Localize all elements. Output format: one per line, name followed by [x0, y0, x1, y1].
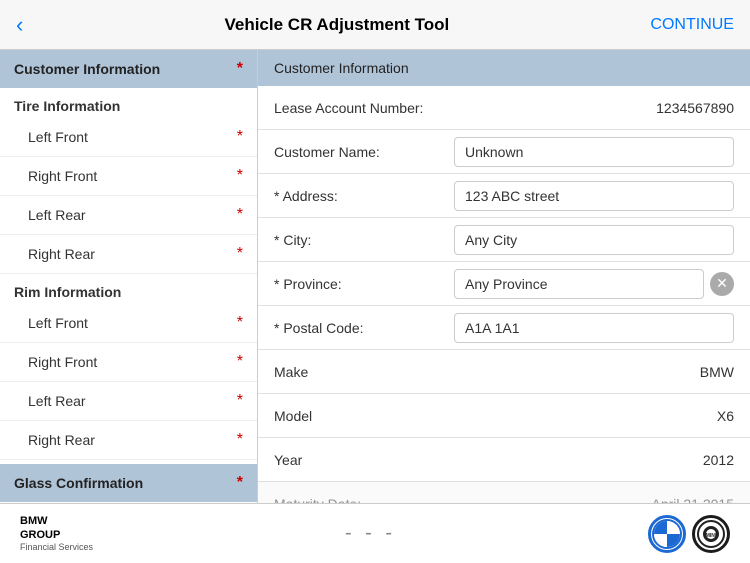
label-customer-name: Customer Name: — [274, 144, 454, 160]
label-postal-code: * Postal Code: — [274, 320, 454, 336]
content-section-header: Customer Information — [258, 50, 750, 86]
header: ‹ Vehicle CR Adjustment Tool CONTINUE — [0, 0, 750, 50]
value-year: 2012 — [454, 452, 734, 468]
field-year: Year 2012 — [258, 438, 750, 482]
label-city: * City: — [274, 232, 454, 248]
field-customer-name: Customer Name: — [258, 130, 750, 174]
sidebar-item-glass-confirmation[interactable]: Glass Confirmation * — [0, 464, 257, 502]
field-address: * Address: — [258, 174, 750, 218]
bmw-logo-icon — [648, 515, 686, 553]
label-model: Model — [274, 408, 454, 424]
sidebar-item-rim-left-rear[interactable]: Left Rear * — [0, 382, 257, 421]
sidebar-item-rim-left-front[interactable]: Left Front * — [0, 304, 257, 343]
label-maturity-date: Maturity Date: — [274, 496, 454, 504]
bottom-bar: BMW GROUP Financial Services - - - MINI — [0, 503, 750, 563]
content-area: Customer Information Lease Account Numbe… — [258, 50, 750, 503]
value-model: X6 — [454, 408, 734, 424]
label-address: * Address: — [274, 188, 454, 204]
sidebar-glass-label: Glass Confirmation — [14, 475, 143, 491]
input-customer-name[interactable] — [454, 137, 734, 167]
sidebar: Customer Information * Tire Information … — [0, 50, 258, 503]
sidebar-item-tire-left-front[interactable]: Left Front * — [0, 118, 257, 157]
input-city[interactable] — [454, 225, 734, 255]
sidebar-item-customer-information[interactable]: Customer Information * — [0, 50, 257, 88]
sidebar-item-tire-left-rear[interactable]: Left Rear * — [0, 196, 257, 235]
glass-required-star: * — [237, 474, 243, 492]
sidebar-item-tire-right-front[interactable]: Right Front * — [0, 157, 257, 196]
input-address[interactable] — [454, 181, 734, 211]
field-city: * City: — [258, 218, 750, 262]
field-maturity-date: Maturity Date: April 21 2015 — [258, 482, 750, 503]
main-content: Customer Information * Tire Information … — [0, 50, 750, 503]
input-postal-code[interactable] — [454, 313, 734, 343]
province-select-row: ✕ — [454, 269, 734, 299]
bmw-group-text-line3: Financial Services — [20, 542, 93, 552]
label-province: * Province: — [274, 276, 454, 292]
field-lease-account: Lease Account Number: 1234567890 — [258, 86, 750, 130]
back-button[interactable]: ‹ — [16, 12, 23, 38]
sidebar-rim-group: Rim Information — [0, 274, 257, 304]
mini-logo-icon: MINI — [692, 515, 730, 553]
bmw-group-logo: BMW GROUP Financial Services — [20, 515, 93, 551]
pagination-dots: - - - — [345, 522, 396, 545]
value-make: BMW — [454, 364, 734, 380]
value-lease-account: 1234567890 — [454, 100, 734, 116]
sidebar-item-rim-right-front[interactable]: Right Front * — [0, 343, 257, 382]
label-make: Make — [274, 364, 454, 380]
input-province[interactable] — [454, 269, 704, 299]
page-title: Vehicle CR Adjustment Tool — [224, 15, 449, 35]
sidebar-customer-label: Customer Information — [14, 61, 160, 77]
value-maturity-date: April 21 2015 — [454, 496, 734, 504]
continue-button[interactable]: CONTINUE — [650, 16, 734, 34]
label-year: Year — [274, 452, 454, 468]
field-model: Model X6 — [258, 394, 750, 438]
sidebar-item-tire-right-rear[interactable]: Right Rear * — [0, 235, 257, 274]
field-make: Make BMW — [258, 350, 750, 394]
customer-required-star: * — [237, 60, 243, 78]
svg-text:MINI: MINI — [706, 533, 717, 539]
label-lease-account: Lease Account Number: — [274, 100, 454, 116]
field-postal-code: * Postal Code: — [258, 306, 750, 350]
brand-logos: MINI — [648, 515, 730, 553]
sidebar-item-rim-right-rear[interactable]: Right Rear * — [0, 421, 257, 460]
form-area: Lease Account Number: 1234567890 Custome… — [258, 86, 750, 503]
bmw-group-text-line1: BMW — [20, 515, 93, 528]
bmw-group-text-line2: GROUP — [20, 529, 93, 542]
sidebar-tire-group: Tire Information — [0, 88, 257, 118]
clear-province-button[interactable]: ✕ — [710, 272, 734, 296]
field-province: * Province: ✕ — [258, 262, 750, 306]
